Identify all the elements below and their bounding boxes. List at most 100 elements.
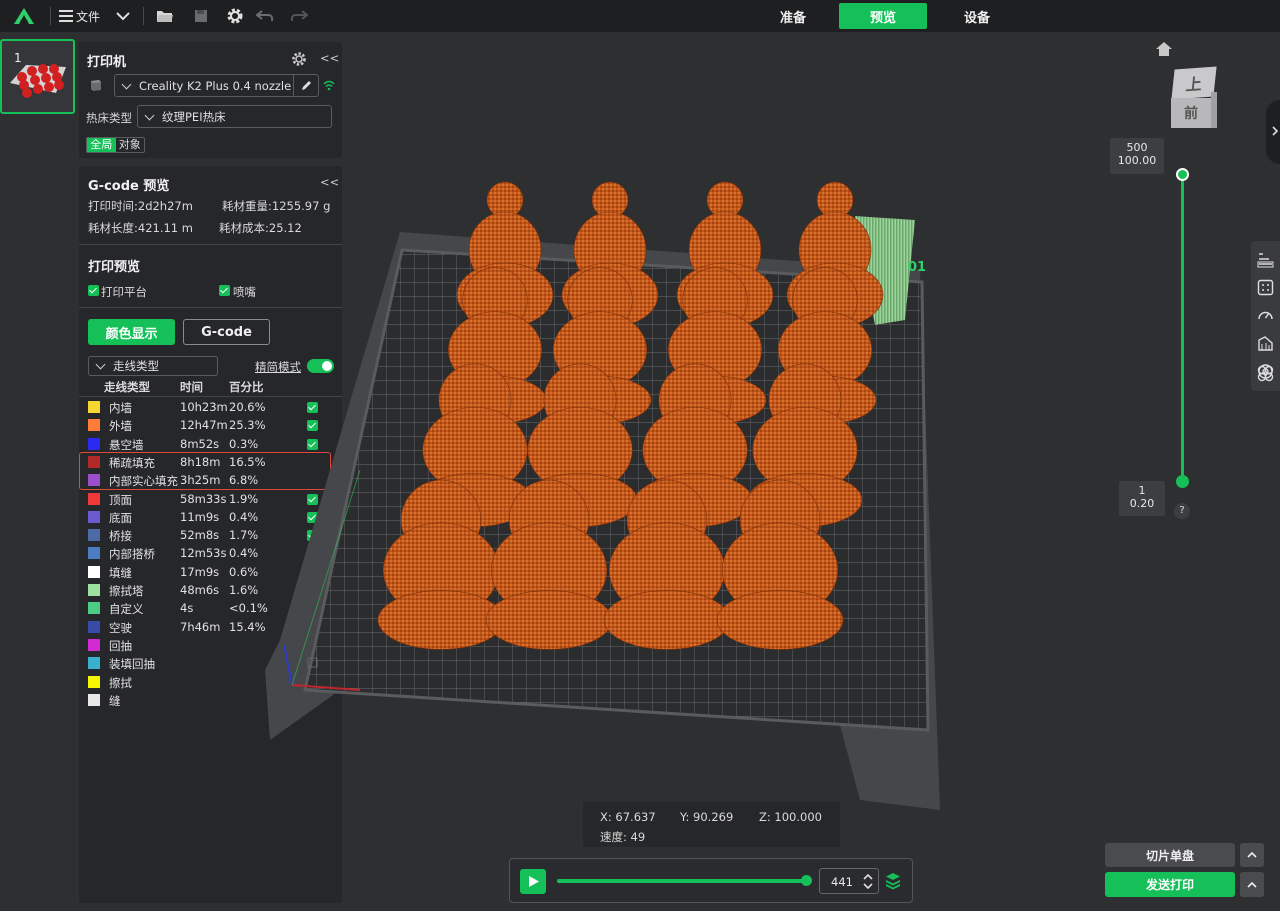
- slice-plate-button[interactable]: 切片单盘: [1105, 843, 1235, 867]
- legend-time: 12h47m: [180, 418, 228, 433]
- layer-slider-bottom-handle[interactable]: [1176, 475, 1189, 488]
- legend-time: 52m8s: [180, 528, 220, 543]
- send-print-button[interactable]: 发送打印: [1105, 872, 1235, 897]
- layer-slider-track[interactable]: [1181, 173, 1184, 482]
- tab-device[interactable]: 设备: [933, 3, 1021, 29]
- print-time: 打印时间:2d2h27m: [88, 199, 193, 213]
- dropdown-chevron-icon[interactable]: [110, 0, 136, 32]
- move-spinbox[interactable]: 441: [819, 868, 879, 894]
- legend-time: 12m53s: [180, 546, 227, 561]
- app-logo-icon[interactable]: [10, 0, 38, 32]
- printer-panel-title: 打印机: [87, 55, 127, 70]
- support-icon[interactable]: [1257, 335, 1274, 352]
- line-type-select-value: 走线类型: [113, 359, 159, 373]
- coord-speed: 速度: 49: [600, 830, 646, 844]
- legend-time: 4s: [180, 601, 194, 616]
- legend-time: 11m9s: [180, 509, 220, 524]
- spin-arrows-icon[interactable]: [863, 874, 873, 889]
- show-bed-checkbox[interactable]: [88, 285, 99, 296]
- home-icon[interactable]: [1155, 41, 1173, 57]
- playback-bar: 441: [509, 858, 913, 903]
- legend-type-name: 回抽: [109, 638, 132, 653]
- layer-slider-top-handle[interactable]: [1176, 168, 1189, 181]
- line-type-select[interactable]: 走线类型: [88, 356, 218, 376]
- legend-color-swatch: [88, 510, 100, 523]
- printer-settings-gear-icon[interactable]: [291, 51, 307, 67]
- legend-time: 58m33s: [180, 491, 227, 506]
- scope-global-tab[interactable]: 全局: [87, 138, 116, 152]
- move-slider-handle[interactable]: [801, 875, 812, 886]
- view-cube-top[interactable]: 上: [1171, 66, 1217, 100]
- legend-type-name: 擦拭塔: [109, 584, 144, 598]
- layers-stack-icon[interactable]: [885, 872, 901, 890]
- view-cube-front[interactable]: 前: [1171, 98, 1211, 128]
- layer-top-height: 100.00: [1117, 154, 1157, 167]
- legend-color-swatch: [88, 529, 100, 542]
- save-icon[interactable]: [188, 0, 214, 32]
- legend-percent: 0.3%: [229, 436, 259, 451]
- legend-type-name: 装填回抽: [109, 657, 155, 672]
- legend-color-swatch: [88, 693, 100, 706]
- model-base: [716, 590, 844, 650]
- legend-type-name: 填缝: [109, 565, 132, 580]
- settings-gear-icon[interactable]: [222, 0, 248, 32]
- printer-name: Creality K2 Plus 0.4 nozzle: [139, 78, 292, 93]
- legend-time: 8m52s: [180, 436, 220, 451]
- legend-color-swatch: [88, 638, 100, 651]
- printer-select[interactable]: Creality K2 Plus 0.4 nozzle: [114, 74, 319, 97]
- view-cube[interactable]: 上 前: [1165, 66, 1217, 130]
- coord-x: X: 67.637: [600, 810, 656, 824]
- bed-type-select[interactable]: 纹理PEI热床: [137, 105, 332, 128]
- legend-type-name: 空驶: [109, 620, 132, 635]
- grid-view-icon[interactable]: [1257, 279, 1274, 296]
- printer-icon: [91, 80, 101, 91]
- chevron-down-icon: [144, 110, 155, 120]
- undo-icon[interactable]: [252, 0, 278, 32]
- scope-object-tab[interactable]: 对象: [116, 138, 145, 152]
- legend-type-name: 自定义: [109, 602, 144, 617]
- top-bar: 文件 准备 预览 设备: [0, 0, 1280, 32]
- file-menu[interactable]: 文件: [56, 0, 102, 32]
- legend-color-swatch: [88, 584, 100, 596]
- chevron-down-icon: [121, 79, 132, 89]
- print-preview-title: 打印预览: [88, 260, 141, 275]
- 3d-viewport[interactable]: 01: [260, 170, 960, 820]
- legend-color-swatch: [88, 419, 100, 432]
- legend-type-name: 顶面: [109, 492, 132, 507]
- legend-percent: 0.4%: [229, 509, 259, 524]
- bed-type-label: 热床类型: [86, 111, 132, 125]
- legend-percent: 1.7%: [229, 528, 259, 543]
- gcode-view-button[interactable]: G-code: [183, 319, 270, 345]
- legend-color-swatch: [88, 547, 100, 560]
- plate-thumbnail[interactable]: 1: [0, 39, 75, 114]
- play-button[interactable]: [520, 869, 546, 894]
- speed-gauge-icon[interactable]: [1257, 307, 1274, 324]
- edit-pencil-icon[interactable]: [300, 79, 313, 92]
- model-base: [377, 590, 505, 650]
- open-folder-icon[interactable]: [152, 0, 178, 32]
- move-slider-track[interactable]: [557, 879, 807, 883]
- wifi-icon: [323, 80, 335, 91]
- tab-prepare[interactable]: 准备: [749, 3, 837, 29]
- layer-bottom-number: 1: [1138, 484, 1146, 497]
- tab-preview[interactable]: 预览: [839, 3, 927, 29]
- right-panel-expander[interactable]: [1266, 100, 1280, 164]
- redo-icon[interactable]: [286, 0, 312, 32]
- arrange-icon[interactable]: [1257, 365, 1274, 382]
- legend-time: 7h46m: [180, 619, 221, 634]
- legend-color-swatch: [88, 675, 100, 688]
- show-nozzle-label: 喷嘴: [233, 285, 256, 299]
- legend-type-name: 缝: [109, 693, 121, 708]
- layer-bottom-readout: 1 0.20: [1119, 481, 1165, 516]
- layers-view-icon[interactable]: [1257, 251, 1274, 268]
- collapse-printer-panel[interactable]: <<: [320, 51, 339, 65]
- color-display-button[interactable]: 颜色显示: [88, 319, 175, 345]
- show-nozzle-checkbox[interactable]: [219, 285, 230, 296]
- help-icon[interactable]: ?: [1174, 503, 1190, 519]
- send-options-caret[interactable]: [1240, 872, 1264, 897]
- slice-options-caret[interactable]: [1240, 843, 1264, 867]
- scope-toggle: 全局 对象: [86, 137, 145, 153]
- legend-color-swatch: [88, 657, 100, 670]
- menu-icon: [58, 10, 73, 22]
- legend-type-name: 外墙: [109, 419, 132, 434]
